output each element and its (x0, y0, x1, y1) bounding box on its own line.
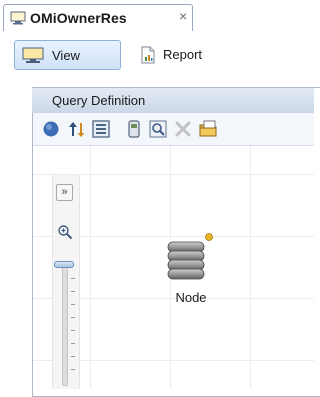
zoom-tick (71, 304, 75, 305)
tab-title: OMiOwnerRes (30, 10, 127, 26)
report-button[interactable]: Report (136, 40, 236, 70)
layer-icon[interactable] (124, 119, 144, 139)
report-button-label: Report (163, 47, 203, 62)
close-icon[interactable]: × (179, 8, 187, 24)
folder-icon[interactable] (198, 119, 218, 139)
tab-strip: OMiOwnerRes × (0, 0, 314, 32)
expand-button[interactable]: » (56, 184, 73, 201)
properties-icon[interactable] (91, 119, 111, 139)
zoom-in-icon[interactable] (57, 224, 73, 240)
panel-header: Query Definition (32, 88, 314, 114)
zoom-tick (71, 343, 75, 344)
node-label: Node (175, 290, 207, 305)
zoom-tick (71, 330, 75, 331)
view-button[interactable]: View (14, 40, 121, 70)
node-badge (205, 233, 213, 241)
sort-icon[interactable] (67, 119, 87, 139)
panel-title: Query Definition (52, 93, 146, 108)
report-icon (140, 46, 156, 64)
zoom-slider-thumb[interactable] (54, 261, 74, 268)
delete-icon[interactable] (173, 119, 193, 139)
tab-omiownerres[interactable]: OMiOwnerRes × (3, 4, 193, 31)
node-stack-icon[interactable] (165, 233, 213, 283)
zoom-slider-track[interactable] (62, 262, 68, 386)
zoom-tick (71, 317, 75, 318)
view-icon (10, 11, 26, 25)
view-button-label: View (52, 48, 80, 63)
view-icon (22, 47, 44, 64)
zoom-tick (71, 356, 75, 357)
zoom-tick (71, 278, 75, 279)
zoom-tick (71, 369, 75, 370)
find-icon[interactable] (148, 119, 168, 139)
query-toolbar (33, 113, 314, 146)
globe-icon[interactable] (41, 119, 61, 139)
zoom-tick (71, 291, 75, 292)
